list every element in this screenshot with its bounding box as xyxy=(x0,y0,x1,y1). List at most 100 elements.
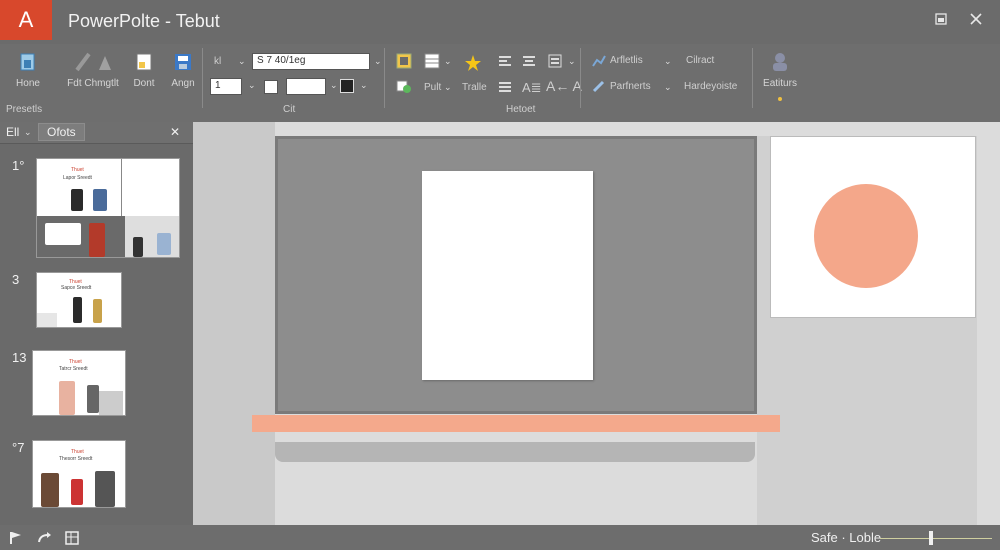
cilract-label[interactable]: Cilract xyxy=(686,55,714,66)
circle-shape[interactable] xyxy=(814,184,918,288)
home-label: Hone xyxy=(16,78,40,89)
chevron-down-icon[interactable]: ⌄ xyxy=(238,56,246,67)
app-logo[interactable]: A xyxy=(0,0,52,40)
hardeyoiste-label[interactable]: Hardeyoiste xyxy=(684,81,737,92)
salmon-bar-shape[interactable] xyxy=(252,415,780,432)
font-size-grow-label[interactable]: A← A xyxy=(546,78,582,94)
ribbon-separator xyxy=(752,48,753,108)
people-group xyxy=(45,223,81,245)
person-figure xyxy=(95,471,115,507)
person-figure xyxy=(73,297,82,323)
window-title: PowerPolte - Tebut xyxy=(68,11,220,31)
justify-icon[interactable] xyxy=(498,80,512,94)
slide-title: Thuet xyxy=(71,167,84,173)
chevron-down-icon[interactable]: ⌄ xyxy=(248,80,256,91)
font-prefix: kl xyxy=(214,56,222,67)
person-figure xyxy=(41,473,59,507)
table-icon[interactable] xyxy=(424,53,440,69)
paper-placeholder[interactable] xyxy=(422,171,593,380)
status-bar: Safe · Loble xyxy=(0,525,1000,550)
home-button[interactable]: Hone xyxy=(8,52,48,89)
estiturs-label: Eatiturs xyxy=(763,78,797,89)
changes-label: Fdt Chmgtlt xyxy=(67,78,119,89)
changes-button[interactable]: Fdt Chmgtlt xyxy=(58,52,128,89)
person-figure xyxy=(93,189,107,211)
document-icon xyxy=(136,53,152,71)
title-bar: A PowerPolte - Tebut xyxy=(0,0,1000,44)
save-icon xyxy=(175,54,191,70)
slide-subtitle: Tatrcr Sreedt xyxy=(59,366,88,372)
slide-thumbnail-4[interactable]: Thuet Thesorr Sreedt xyxy=(32,440,126,508)
ribbon-separator xyxy=(202,48,203,108)
chevron-down-icon[interactable]: ⌄ xyxy=(664,56,672,67)
shapes-label[interactable]: Tralle xyxy=(462,82,487,93)
close-pane-icon[interactable]: ✕ xyxy=(170,125,180,139)
angn-button[interactable]: Angn xyxy=(163,52,203,89)
tab-slides[interactable]: Ofots xyxy=(38,123,85,141)
slide-thumbnail-1[interactable]: Thuet Lapor Sreedt xyxy=(36,158,180,258)
chevron-down-icon[interactable]: ⌄ xyxy=(664,82,672,93)
slide-number: °7 xyxy=(12,440,25,455)
text-direction-label[interactable]: A≣ xyxy=(522,80,542,96)
chevron-down-icon[interactable]: ⌄ xyxy=(568,56,576,67)
fill-icon[interactable] xyxy=(264,80,278,94)
chevron-down-icon[interactable]: ⌄ xyxy=(444,82,452,93)
person-figure xyxy=(133,237,143,257)
indicator-dot xyxy=(778,97,782,101)
angn-label: Angn xyxy=(171,78,195,89)
person-icon xyxy=(773,53,787,71)
slide-number: 1° xyxy=(12,158,25,173)
zoom-slider[interactable] xyxy=(880,538,992,539)
slide-thumbnail-3[interactable]: Thuet Tatrcr Sreedt xyxy=(32,350,126,416)
quickstyle-label[interactable]: Pult xyxy=(424,82,441,93)
slide-title: Thuet xyxy=(71,449,84,455)
star-icon[interactable] xyxy=(464,54,482,72)
image-icon[interactable] xyxy=(396,53,412,69)
eyedropper-icon[interactable] xyxy=(592,79,606,93)
person-figure xyxy=(157,233,171,255)
tab-outline[interactable]: Ell xyxy=(6,125,19,139)
furniture xyxy=(99,391,123,415)
person-figure xyxy=(87,385,99,413)
slide-canvas[interactable] xyxy=(193,122,1000,525)
articlis-label[interactable]: Arfletlis xyxy=(610,55,643,66)
slide-subtitle: Thesorr Sreedt xyxy=(59,456,93,462)
chevron-down-icon[interactable]: ⌄ xyxy=(24,127,32,138)
list-icon[interactable] xyxy=(548,54,562,68)
person-figure xyxy=(71,189,83,211)
ribbon-separator xyxy=(384,48,385,108)
perfnerts-label[interactable]: Parfnerts xyxy=(610,81,651,92)
dont-button[interactable]: Dont xyxy=(124,52,164,89)
status-text: Safe · Loble xyxy=(811,530,882,545)
group-label-hetoet: Hetoet xyxy=(506,104,536,115)
slide-subtitle: Lapor Sreedt xyxy=(63,175,92,181)
font-size-field[interactable]: 1 xyxy=(210,78,242,95)
pen-icon xyxy=(75,52,111,72)
color-field[interactable] xyxy=(286,78,326,95)
restore-icon[interactable] xyxy=(933,12,949,28)
home-icon xyxy=(20,53,35,71)
arrange-icon[interactable] xyxy=(592,54,606,68)
text-color-icon[interactable] xyxy=(340,79,354,93)
frame-shadow xyxy=(275,442,755,462)
estiturs-button[interactable]: Eatiturs xyxy=(760,52,800,89)
flag-icon[interactable] xyxy=(8,530,24,546)
person-figure xyxy=(93,299,102,323)
align-left-icon[interactable] xyxy=(498,54,512,68)
chevron-down-icon[interactable]: ⌄ xyxy=(330,80,338,91)
align-center-icon[interactable] xyxy=(522,54,536,68)
slide-title: Thuet xyxy=(69,359,82,365)
person-figure xyxy=(59,381,75,415)
font-name-field[interactable]: S 7 40/1eg xyxy=(252,53,370,70)
close-window-icon[interactable] xyxy=(968,12,984,28)
chevron-down-icon[interactable]: ⌄ xyxy=(444,56,452,67)
chevron-down-icon[interactable]: ⌄ xyxy=(374,56,382,67)
slide-number: 3 xyxy=(12,272,20,287)
slide-thumbnail-2[interactable]: Thuet Sapce Sreedt xyxy=(36,272,122,328)
chevron-down-icon[interactable]: ⌄ xyxy=(360,80,368,91)
redo-icon[interactable] xyxy=(36,530,52,546)
shapes-icon[interactable] xyxy=(396,78,412,94)
person-figure xyxy=(71,479,83,505)
zoom-slider-thumb[interactable] xyxy=(929,531,933,545)
grid-icon[interactable] xyxy=(64,530,80,546)
